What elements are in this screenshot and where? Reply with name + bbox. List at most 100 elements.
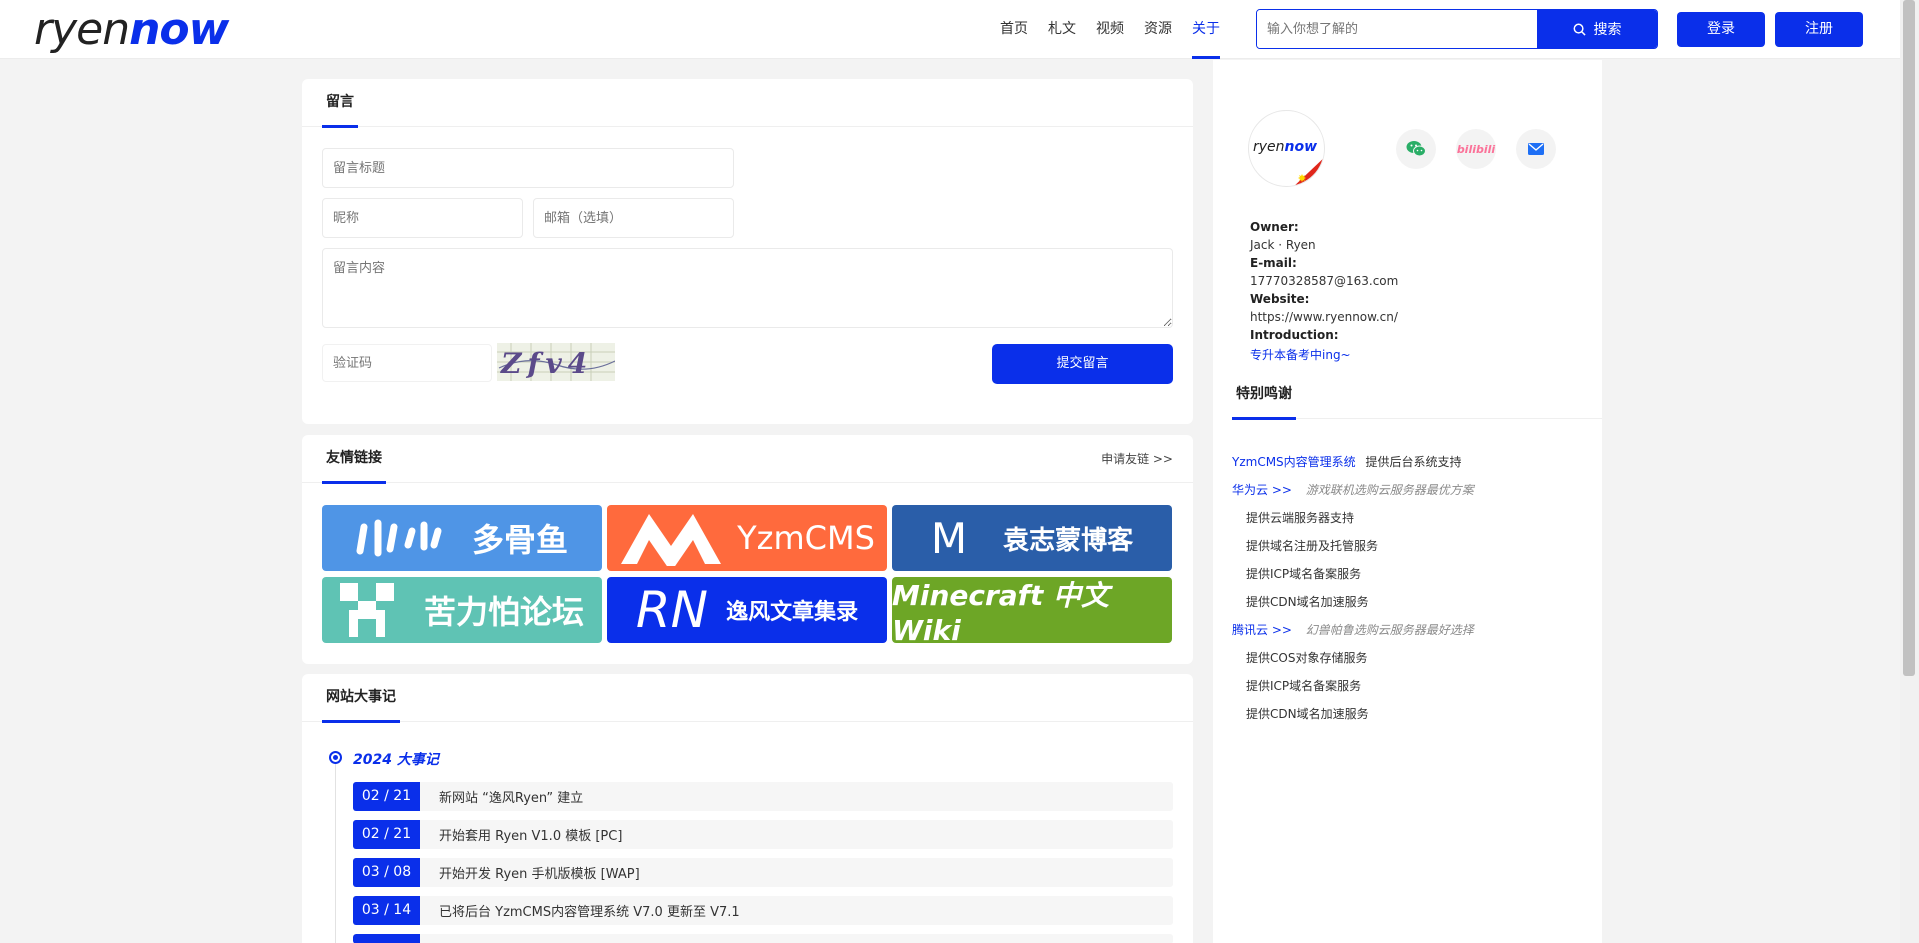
events-panel-title[interactable]: 网站大事记 — [322, 674, 400, 723]
thanks-tencent-slogan: 幻兽帕鲁选购云服务器最好选择 — [1305, 623, 1474, 637]
list-item: 提供云端服务器支持 — [1246, 511, 1355, 525]
creeper-face-icon — [339, 583, 394, 637]
event-date: 02 / 21 — [353, 782, 420, 811]
page-scrollbar[interactable] — [1900, 0, 1919, 943]
timeline-row: 03 / 14 已将后台 YzmCMS内容管理系统 V7.0 更新至 V7.1 — [353, 896, 1173, 925]
thanks-huawei-slogan: 游戏联机选购云服务器最优方案 — [1305, 483, 1474, 497]
captcha-input[interactable] — [322, 344, 492, 382]
bilibili-icon: bilibili — [1456, 142, 1496, 156]
email-value[interactable]: 17770328587@163.com — [1250, 274, 1398, 288]
thanks-huawei: 华为云 >> 游戏联机选购云服务器最优方案 — [1232, 481, 1474, 498]
friend-links-panel: 友情链接 申请友链 >> 多骨鱼 YzmCMS M 袁志蒙博客 苦力怕论坛 RN… — [302, 435, 1193, 664]
nav-item-resources[interactable]: 资源 — [1144, 0, 1172, 59]
avatar: ryennow — [1248, 110, 1325, 187]
website-value[interactable]: https://www.ryennow.cn/ — [1250, 310, 1398, 324]
message-panel: 留言 Zfv4 提交留言 — [302, 79, 1193, 424]
wechat-button[interactable] — [1396, 129, 1436, 169]
site-logo[interactable]: ryennow — [34, 5, 229, 55]
owner-label: Owner: — [1250, 220, 1299, 234]
event-date: 02 / 21 — [353, 820, 420, 849]
message-title-input[interactable] — [322, 148, 734, 188]
svg-text:Zfv4: Zfv4 — [500, 347, 593, 380]
search-button-label: 搜索 — [1593, 22, 1622, 38]
register-button[interactable]: 注册 — [1775, 12, 1863, 47]
yuanzhimeng-logo-icon: M — [930, 513, 968, 563]
timeline-row: 02 / 21 新网站 “逸风Ryen” 建立 — [353, 782, 1173, 811]
thanks-tencent: 腾讯云 >> 幻兽帕鲁选购云服务器最好选择 — [1232, 621, 1474, 638]
duoguyu-logo-icon — [356, 519, 442, 557]
message-panel-title[interactable]: 留言 — [322, 79, 358, 128]
nav-item-about[interactable]: 关于 — [1192, 0, 1220, 59]
email-input[interactable] — [533, 198, 734, 238]
search-input[interactable] — [1257, 10, 1537, 48]
thanks-header: 特别鸣谢 — [1232, 372, 1602, 420]
timeline-row: 02 / 21 开始套用 Ryen V1.0 模板 [PC] — [353, 820, 1173, 849]
search-button[interactable]: 搜索 — [1537, 10, 1657, 48]
friend-link-label: 多骨鱼 — [471, 521, 568, 559]
login-button[interactable]: 登录 — [1677, 12, 1765, 47]
nav-item-articles[interactable]: 札文 — [1048, 0, 1076, 59]
apply-friend-link[interactable]: 申请友链 >> — [1101, 435, 1173, 483]
friend-link-label: 袁志蒙博客 — [1003, 525, 1134, 556]
captcha-image[interactable]: Zfv4 — [497, 343, 615, 381]
flag-ribbon-icon — [1294, 157, 1324, 186]
email-button[interactable] — [1516, 129, 1556, 169]
search-box: 搜索 — [1256, 9, 1658, 49]
message-panel-header: 留言 — [302, 79, 1193, 128]
friend-links-title[interactable]: 友情链接 — [322, 435, 386, 484]
timeline-line — [335, 764, 336, 943]
timeline-year: 2024 大事记 — [353, 752, 439, 768]
search-icon — [1573, 23, 1586, 36]
avatar-logo: ryennow — [1253, 139, 1318, 155]
list-item: 提供ICP域名备案服务 — [1246, 567, 1362, 581]
friend-link-minecraft-wiki[interactable]: Minecraft 中文 Wiki — [892, 577, 1172, 643]
intro-label: Introduction: — [1250, 328, 1339, 342]
list-item: 提供域名注册及托管服务 — [1246, 539, 1379, 553]
friend-link-label: YzmCMS — [737, 519, 875, 557]
list-item: 提供CDN域名加速服务 — [1246, 707, 1369, 721]
owner-value: Jack · Ryen — [1250, 238, 1316, 252]
intro-value: 专升本备考中ing~ — [1250, 348, 1351, 362]
list-item: 提供COS对象存储服务 — [1246, 651, 1368, 665]
thanks-title: 特别鸣谢 — [1232, 372, 1296, 420]
event-date: 03 / 14 — [353, 896, 420, 925]
top-header: ryennow 首页 札文 视频 资源 关于 搜索 登录 注册 — [0, 0, 1900, 59]
friend-link-duoguyu[interactable]: 多骨鱼 — [322, 505, 602, 571]
list-item: 提供CDN域名加速服务 — [1246, 595, 1369, 609]
friend-link-label: 逸风文章集录 — [726, 600, 859, 625]
event-date: 03 / 08 — [353, 858, 420, 887]
bilibili-button[interactable]: bilibili — [1456, 129, 1496, 169]
event-text: 开始开发 Ryen 手机版模板 [WAP] — [439, 867, 640, 882]
captcha-noise: Zfv4 — [497, 343, 615, 381]
event-text: 新网站 “逸风Ryen” 建立 — [439, 791, 584, 806]
friend-link-yzmcms[interactable]: YzmCMS — [607, 505, 887, 571]
list-item: 提供ICP域名备案服务 — [1246, 679, 1362, 693]
ryen-logo-icon: RN — [635, 581, 709, 639]
wechat-icon — [1406, 141, 1426, 157]
thanks-yzmcms-desc: 提供后台系统支持 — [1365, 455, 1462, 469]
timeline-row: 03 / 08 开始开发 Ryen 手机版模板 [WAP] — [353, 858, 1173, 887]
friend-link-yuanzhimeng[interactable]: M 袁志蒙博客 — [892, 505, 1172, 571]
nickname-input[interactable] — [322, 198, 523, 238]
friend-link-label: Minecraft 中文 Wiki — [892, 578, 1110, 644]
friend-link-creeper[interactable]: 苦力怕论坛 — [322, 577, 602, 643]
event-text: 已将后台 YzmCMS内容管理系统 V7.0 更新至 V7.1 — [439, 905, 740, 920]
message-content-textarea[interactable] — [322, 248, 1173, 328]
yzmcms-logo-icon — [621, 514, 722, 566]
right-sidebar: ryennow bilibili Owner: Jack · Ryen E-ma… — [1213, 60, 1602, 943]
submit-message-button[interactable]: 提交留言 — [992, 344, 1173, 384]
thanks-yzmcms-link[interactable]: YzmCMS内容管理系统 — [1232, 455, 1356, 469]
friend-link-ryen[interactable]: RN 逸风文章集录 — [607, 577, 887, 643]
event-date — [353, 934, 420, 943]
main-nav: 首页 札文 视频 资源 关于 — [1000, 0, 1240, 59]
thanks-tencent-link[interactable]: 腾讯云 >> — [1232, 623, 1292, 637]
thanks-huawei-link[interactable]: 华为云 >> — [1232, 483, 1292, 497]
friend-links-header: 友情链接 申请友链 >> — [302, 435, 1193, 484]
events-panel: 网站大事记 2024 大事记 02 / 21 新网站 “逸风Ryen” 建立 0… — [302, 674, 1193, 943]
scrollbar-thumb[interactable] — [1903, 0, 1915, 676]
thanks-yzmcms: YzmCMS内容管理系统 提供后台系统支持 — [1232, 453, 1462, 470]
website-label: Website: — [1250, 292, 1310, 306]
nav-item-home[interactable]: 首页 — [1000, 0, 1028, 59]
timeline-dot — [329, 751, 342, 764]
nav-item-videos[interactable]: 视频 — [1096, 0, 1124, 59]
